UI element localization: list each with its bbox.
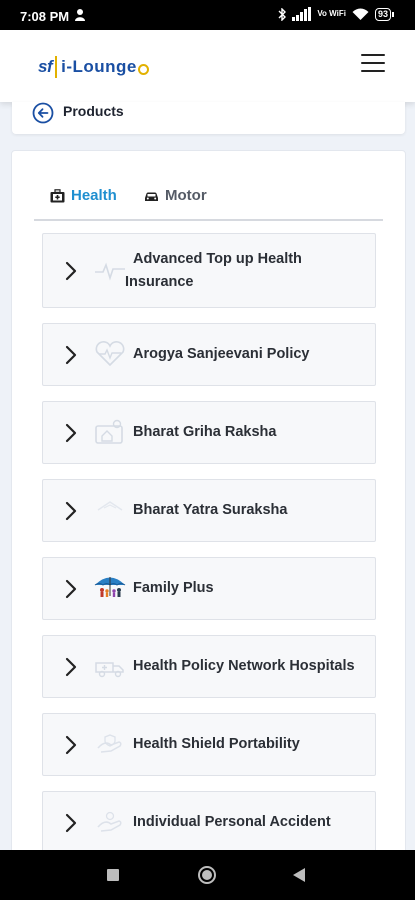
category-tabs: Health Motor bbox=[34, 173, 383, 221]
logo-brand: sf bbox=[38, 57, 53, 76]
medical-kit-icon bbox=[50, 188, 65, 202]
logo-divider bbox=[55, 56, 58, 78]
home-circle-icon[interactable] bbox=[197, 865, 217, 885]
product-item-bharat-griha-raksha[interactable]: Bharat Griha Raksha bbox=[42, 401, 376, 464]
breadcrumb: Products bbox=[12, 102, 405, 134]
heartbeat-icon bbox=[95, 262, 125, 281]
battery-icon: 93 bbox=[374, 7, 395, 21]
chevron-right-icon bbox=[65, 501, 77, 521]
status-bar: 7:08 PM Vo WiFi 93 bbox=[0, 0, 415, 30]
wifi-icon bbox=[352, 8, 369, 20]
app-header: sf i-Lounge bbox=[0, 30, 415, 102]
product-item-health-shield-portability[interactable]: Health Shield Portability bbox=[42, 713, 376, 776]
product-item-advanced-top-up[interactable]: Advanced Top up Health Insurance bbox=[42, 233, 376, 308]
account-icon bbox=[75, 9, 85, 21]
product-item-arogya-sanjeevani[interactable]: Arogya Sanjeevani Policy bbox=[42, 323, 376, 386]
status-time: 7:08 PM bbox=[20, 9, 70, 24]
chevron-right-icon bbox=[65, 579, 77, 599]
product-label: Family Plus bbox=[133, 580, 214, 596]
chevron-right-icon bbox=[65, 813, 77, 833]
bluetooth-icon bbox=[278, 7, 287, 21]
status-icons: Vo WiFi 93 bbox=[278, 7, 395, 21]
product-item-bharat-yatra-suraksha[interactable]: Bharat Yatra Suraksha bbox=[42, 479, 376, 542]
shield-hand-icon bbox=[97, 734, 122, 753]
product-label: Advanced Top up Health bbox=[133, 251, 302, 267]
product-label: Health Shield Portability bbox=[133, 736, 300, 752]
travel-icon bbox=[97, 501, 123, 511]
chevron-right-icon bbox=[65, 735, 77, 755]
product-item-network-hospitals[interactable]: Health Policy Network Hospitals bbox=[42, 635, 376, 698]
product-item-family-plus[interactable]: Family Plus bbox=[42, 557, 376, 620]
heart-pulse-icon bbox=[95, 341, 125, 367]
product-list: Advanced Top up Health Insurance Arogya … bbox=[42, 233, 376, 869]
tab-health[interactable]: Health bbox=[50, 187, 117, 204]
hamburger-menu-icon[interactable] bbox=[361, 54, 385, 72]
signal-icon bbox=[292, 7, 312, 21]
logo-text: i-Lounge bbox=[61, 57, 137, 76]
product-label: Bharat Griha Raksha bbox=[133, 424, 277, 440]
product-item-individual-personal-accident[interactable]: Individual Personal Accident bbox=[42, 791, 376, 854]
vowifi-label: Vo WiFi bbox=[317, 9, 346, 18]
house-protection-icon bbox=[95, 419, 123, 444]
product-label: Arogya Sanjeevani Policy bbox=[133, 346, 310, 362]
tab-health-label: Health bbox=[71, 187, 117, 204]
chevron-right-icon bbox=[65, 423, 77, 443]
product-label: Individual Personal Accident bbox=[133, 814, 331, 830]
product-label-line2: Insurance bbox=[125, 274, 194, 290]
tab-motor[interactable]: Motor bbox=[144, 187, 207, 204]
logo-ring-icon bbox=[137, 63, 149, 75]
product-label: Bharat Yatra Suraksha bbox=[133, 502, 288, 518]
tab-motor-label: Motor bbox=[165, 187, 207, 204]
products-card: Health Motor Advanced Top up Health Insu… bbox=[11, 150, 406, 872]
chevron-right-icon bbox=[65, 261, 77, 281]
back-arrow-circle-icon[interactable] bbox=[32, 102, 54, 124]
ambulance-icon bbox=[95, 662, 124, 678]
accident-icon bbox=[97, 811, 122, 832]
family-umbrella-icon bbox=[94, 577, 126, 597]
chevron-right-icon bbox=[65, 345, 77, 365]
page-title: Products bbox=[63, 103, 124, 119]
back-triangle-icon[interactable] bbox=[292, 867, 306, 883]
system-nav-bar bbox=[0, 850, 415, 900]
app-logo[interactable]: sf i-Lounge bbox=[38, 56, 149, 78]
car-icon bbox=[145, 192, 158, 201]
product-label: Health Policy Network Hospitals bbox=[133, 658, 355, 674]
chevron-right-icon bbox=[65, 657, 77, 677]
recents-square-icon[interactable] bbox=[106, 868, 120, 882]
battery-level: 93 bbox=[377, 8, 388, 19]
